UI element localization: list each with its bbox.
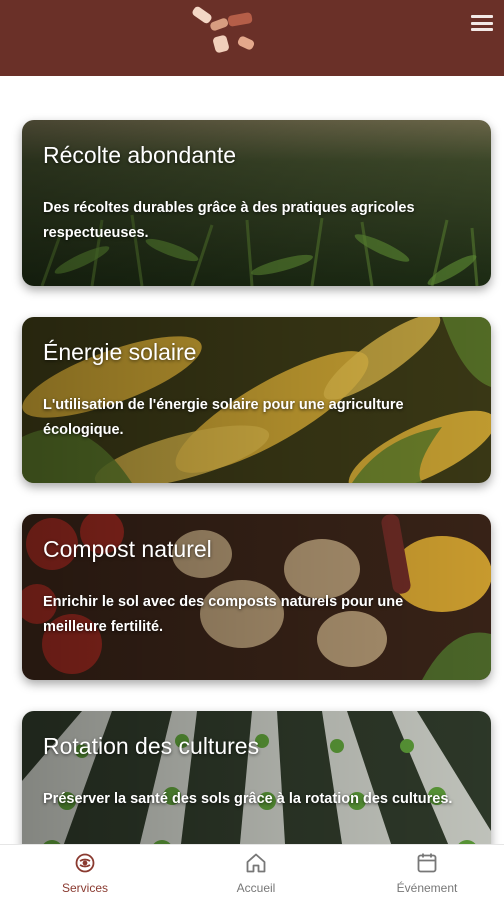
card-description: Enrichir le sol avec des composts nature… <box>43 594 404 635</box>
service-card-compost[interactable]: Compost naturel Enrichir le sol avec des… <box>22 514 491 680</box>
card-title: Compost naturel <box>43 536 212 562</box>
services-icon <box>75 853 95 873</box>
hands-logo-icon <box>192 6 255 53</box>
bottom-navigation: Services Accueil Événement <box>0 844 504 900</box>
services-list: Récolte abondante Des récoltes durables … <box>0 76 504 844</box>
hamburger-menu-icon[interactable] <box>470 12 494 34</box>
nav-label: Événement <box>396 881 458 895</box>
card-description: Des récoltes durables grâce à des pratiq… <box>43 200 415 241</box>
card-description: L'utilisation de l'énergie solaire pour … <box>43 397 404 438</box>
home-icon <box>246 853 266 873</box>
card-title: Rotation des cultures <box>43 733 260 759</box>
calendar-icon <box>417 853 437 873</box>
app-header <box>0 0 504 76</box>
nav-label: Accueil <box>236 881 276 895</box>
nav-item-accueil[interactable]: Accueil <box>196 851 316 899</box>
service-card-recolte[interactable]: Récolte abondante Des récoltes durables … <box>22 120 491 286</box>
nav-item-evenement[interactable]: Événement <box>367 851 487 899</box>
service-card-rotation[interactable]: Rotation des cultures Préserver la santé… <box>22 711 491 844</box>
card-title: Récolte abondante <box>43 142 237 168</box>
service-card-energie-solaire[interactable]: Énergie solaire L'utilisation de l'énerg… <box>22 317 491 483</box>
card-title: Énergie solaire <box>43 339 197 365</box>
nav-label: Services <box>61 881 108 895</box>
card-description: Préserver la santé des sols grâce à la r… <box>43 791 453 807</box>
nav-item-services[interactable]: Services <box>25 851 145 899</box>
